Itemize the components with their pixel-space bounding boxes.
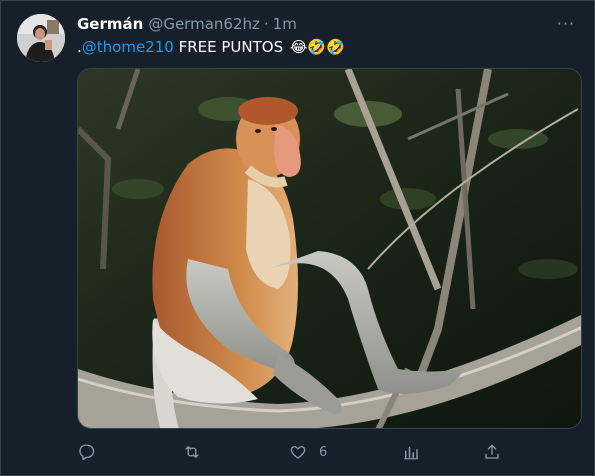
like-count: 6 xyxy=(319,444,328,460)
retweet-icon xyxy=(185,446,199,458)
like-button[interactable]: 6 xyxy=(289,440,327,464)
analytics-icon xyxy=(404,446,418,460)
retweet-button[interactable] xyxy=(182,440,202,464)
proboscis-monkey-photo xyxy=(78,69,581,428)
reply-button[interactable] xyxy=(77,440,95,464)
reply-icon xyxy=(79,444,95,461)
heart-icon xyxy=(290,446,306,459)
avatar[interactable] xyxy=(17,14,65,62)
author-handle[interactable]: @German62hz xyxy=(148,14,260,34)
emoji-text: 😂🤣🤣 xyxy=(289,38,345,56)
share-button[interactable] xyxy=(483,440,501,464)
avatar-image xyxy=(17,14,65,62)
timestamp[interactable]: 1m xyxy=(273,14,297,34)
mention-link[interactable]: @thome210 xyxy=(82,38,174,56)
text-body: FREE PUNTOS xyxy=(173,38,288,56)
tweet-actions: 6 xyxy=(77,440,507,464)
separator-dot: · xyxy=(263,15,269,33)
more-icon: ··· xyxy=(556,13,576,33)
tweet-card[interactable]: Germán @German62hz · 1m ··· .@thome210 F… xyxy=(0,0,595,476)
tweet-text: .@thome210 FREE PUNTOS 😂🤣🤣 xyxy=(77,37,345,57)
author-name[interactable]: Germán xyxy=(77,14,143,34)
tweet-image[interactable] xyxy=(77,68,582,429)
tweet-header: Germán @German62hz · 1m xyxy=(77,14,297,34)
analytics-button[interactable] xyxy=(402,440,420,464)
more-options-button[interactable]: ··· xyxy=(552,11,580,35)
share-icon xyxy=(485,444,499,459)
